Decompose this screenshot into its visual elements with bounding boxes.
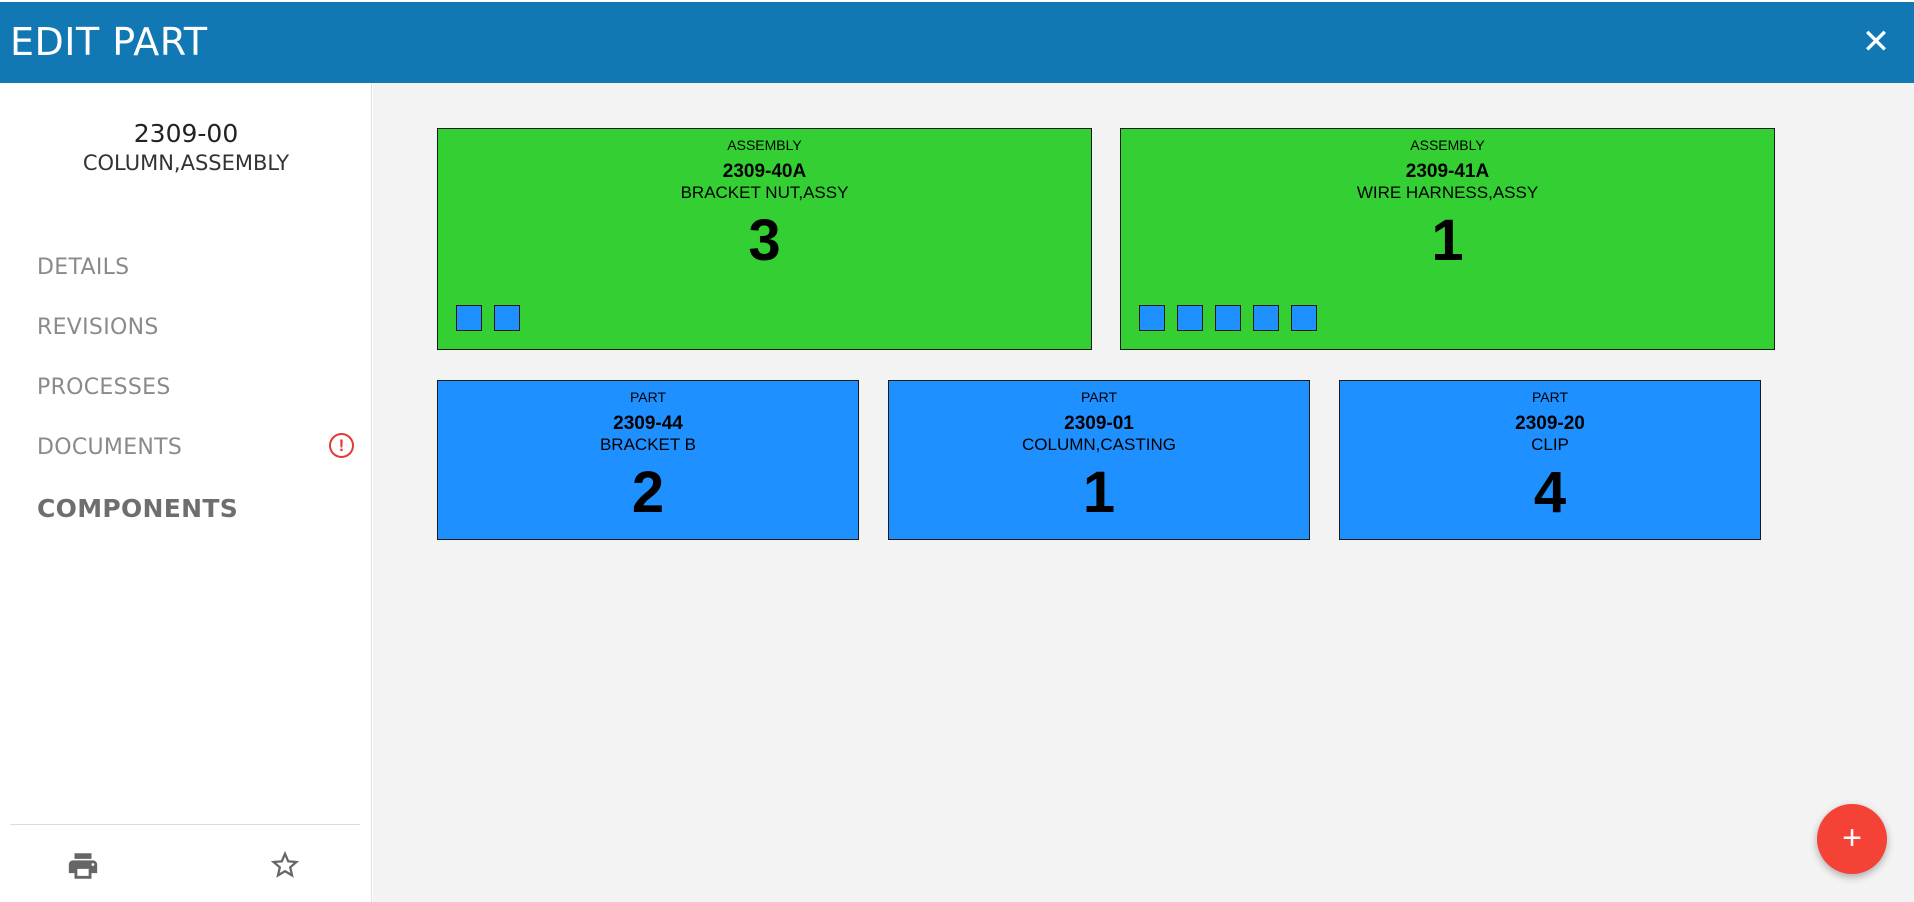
nav-processes[interactable]: PROCESSES (37, 375, 171, 400)
nav-components[interactable]: COMPONENTS (37, 494, 238, 523)
card-part-number: 2309-20 (1515, 413, 1585, 434)
nav-details[interactable]: DETAILS (37, 255, 129, 280)
card-quantity: 3 (748, 208, 781, 273)
nav-revisions[interactable]: REVISIONS (37, 315, 159, 340)
sub-item-indicators (456, 305, 520, 331)
card-part-number: 2309-01 (1064, 413, 1134, 434)
card-description: CLIP (1531, 435, 1569, 454)
card-description: BRACKET B (599, 435, 697, 454)
alert-icon: ! (329, 433, 354, 458)
add-component-button[interactable]: + (1817, 804, 1887, 874)
card-part-number: 2309-44 (613, 413, 683, 434)
card-type: PART (1080, 389, 1118, 405)
part-card[interactable]: PART 2309-44 BRACKET B 2 (437, 380, 859, 540)
card-description: COLUMN,CASTING (1022, 435, 1176, 454)
assembly-card[interactable]: ASSEMBLY 2309-41A WIRE HARNESS,ASSY 1 (1120, 128, 1775, 350)
nav-documents[interactable]: DOCUMENTS (37, 435, 182, 460)
app-header: EDIT PART ✕ (0, 2, 1914, 83)
sub-item-square[interactable] (1139, 305, 1165, 331)
sub-item-square[interactable] (1291, 305, 1317, 331)
card-part-number: 2309-40A (722, 161, 807, 182)
sub-item-square[interactable] (1215, 305, 1241, 331)
components-panel: ASSEMBLY 2309-40A BRACKET NUT,ASSY 3 ASS… (373, 83, 1914, 902)
sidebar-divider (10, 824, 360, 825)
part-number: 2309-00 (133, 119, 239, 148)
card-quantity: 1 (1082, 460, 1116, 525)
card-type: ASSEMBLY (727, 137, 802, 153)
sub-item-indicators (1139, 305, 1317, 331)
part-card[interactable]: PART 2309-01 COLUMN,CASTING 1 (888, 380, 1310, 540)
page-title: EDIT PART (10, 20, 208, 64)
star-icon[interactable] (268, 848, 302, 882)
card-description: BRACKET NUT,ASSY (680, 183, 849, 202)
sub-item-square[interactable] (456, 305, 482, 331)
assembly-card[interactable]: ASSEMBLY 2309-40A BRACKET NUT,ASSY 3 (437, 128, 1092, 350)
part-card[interactable]: PART 2309-20 CLIP 4 (1339, 380, 1761, 540)
part-description: COLUMN,ASSEMBLY (82, 151, 290, 175)
sub-item-square[interactable] (1177, 305, 1203, 331)
close-icon[interactable]: ✕ (1858, 24, 1894, 60)
card-type: PART (1531, 389, 1569, 405)
card-description: WIRE HARNESS,ASSY (1356, 183, 1539, 202)
card-type: PART (629, 389, 667, 405)
sub-item-square[interactable] (494, 305, 520, 331)
card-type: ASSEMBLY (1410, 137, 1485, 153)
print-icon[interactable] (66, 849, 100, 883)
card-quantity: 1 (1431, 208, 1464, 273)
sidebar: 2309-00 COLUMN,ASSEMBLY DETAILS REVISION… (0, 83, 372, 902)
card-quantity: 2 (631, 460, 665, 525)
sub-item-square[interactable] (1253, 305, 1279, 331)
card-part-number: 2309-41A (1405, 161, 1490, 182)
card-quantity: 4 (1533, 460, 1567, 525)
